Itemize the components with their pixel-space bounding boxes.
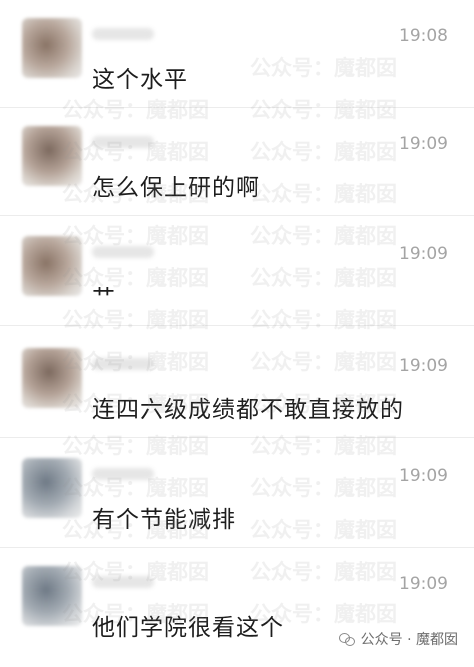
comment-time: 19:09 <box>399 574 448 594</box>
blurred-username <box>92 576 154 588</box>
blurred-username <box>92 468 154 480</box>
comment-text: 连四六级成绩都不敢直接放的 <box>92 397 404 423</box>
wechat-logo-icon <box>338 632 355 646</box>
comment-text: 艹 <box>92 285 116 311</box>
footer-watermark: 公众号 · 魔都囡 <box>338 629 458 649</box>
comment-item[interactable]: 19:08 这个水平 <box>0 0 474 108</box>
comment-time: 19:09 <box>399 244 448 264</box>
comment-item[interactable]: 19:09 有个节能减排 <box>0 440 474 548</box>
comment-time: 19:08 <box>399 26 448 46</box>
comment-item[interactable]: 19:09 怎么保上研的啊 <box>0 108 474 216</box>
comment-text: 有个节能减排 <box>92 507 236 533</box>
comment-time: 19:09 <box>399 466 448 486</box>
blurred-username <box>92 28 154 40</box>
blurred-username <box>92 136 154 148</box>
comment-item[interactable]: 19:09 连四六级成绩都不敢直接放的 <box>0 330 474 438</box>
comment-text: 怎么保上研的啊 <box>92 175 260 201</box>
avatar[interactable] <box>22 458 82 518</box>
avatar[interactable] <box>22 236 82 296</box>
avatar[interactable] <box>22 126 82 186</box>
blurred-username <box>92 246 154 258</box>
comment-item[interactable]: 19:09 艹 <box>0 218 474 326</box>
comment-time: 19:09 <box>399 134 448 154</box>
comment-text: 这个水平 <box>92 67 188 93</box>
footer-watermark-text: 公众号 · 魔都囡 <box>360 632 458 648</box>
avatar[interactable] <box>22 18 82 78</box>
avatar[interactable] <box>22 348 82 408</box>
blurred-username <box>92 358 154 370</box>
avatar[interactable] <box>22 566 82 626</box>
comment-text: 他们学院很看这个 <box>92 615 284 641</box>
comment-time: 19:09 <box>399 356 448 376</box>
